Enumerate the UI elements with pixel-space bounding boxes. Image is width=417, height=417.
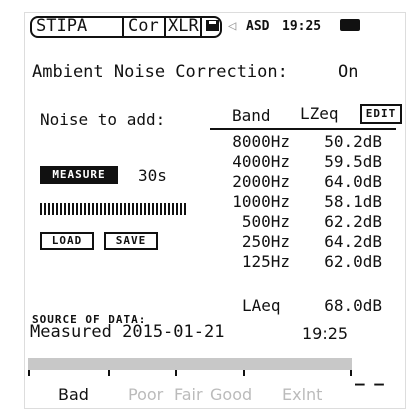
quality-label-poor: Poor	[128, 385, 164, 404]
save-disk-icon[interactable]	[206, 20, 219, 31]
load-button[interactable]: LOAD	[40, 232, 94, 250]
measured-date: Measured 2015-01-21	[30, 322, 225, 342]
noise-correction-label: Ambient Noise Correction:	[32, 62, 288, 82]
noise-correction-value[interactable]: On	[338, 62, 358, 82]
level-cell[interactable]: 58.1dB	[300, 192, 382, 211]
measured-time: 19:25	[302, 324, 349, 343]
edit-button[interactable]: EDIT	[360, 104, 402, 124]
band-header: Band	[232, 106, 271, 125]
band-cell: 500Hz	[241, 212, 290, 231]
noise-to-add-label: Noise to add:	[40, 110, 166, 129]
tab-xlr[interactable]: XLR	[168, 16, 199, 36]
tab-cor[interactable]: Cor	[128, 16, 159, 36]
quality-tick	[175, 370, 177, 376]
quality-tick	[28, 370, 30, 376]
band-cell: 4000Hz	[232, 152, 290, 171]
table-header-rule	[210, 128, 396, 130]
band-cell: 250Hz	[241, 232, 290, 251]
device-label: ASD	[246, 19, 270, 34]
laeq-label: LAeq	[242, 296, 281, 315]
battery-icon	[340, 19, 360, 31]
level-cell[interactable]: 62.2dB	[300, 212, 382, 231]
quality-tick	[108, 370, 110, 376]
tab-separator	[122, 18, 124, 36]
quality-label-good: Good	[210, 385, 253, 404]
band-cell: 1000Hz	[232, 192, 290, 211]
quality-label-fair: Fair	[174, 385, 203, 404]
quality-tick	[350, 370, 352, 376]
level-cell[interactable]: 64.0dB	[300, 172, 382, 191]
level-cell[interactable]: 50.2dB	[300, 132, 382, 151]
speaker-icon: ◁	[228, 18, 237, 34]
level-cell[interactable]: 59.5dB	[300, 152, 382, 171]
quality-label-bad: Bad	[58, 385, 89, 404]
top-bar: STIPA Cor XLR ◁ ASD 19:25	[30, 16, 400, 40]
lzeq-header: LZeq	[300, 104, 339, 123]
measure-duration[interactable]: 30s	[138, 166, 167, 185]
level-meter	[40, 203, 188, 215]
save-button[interactable]: SAVE	[104, 232, 158, 250]
laeq-value: 68.0dB	[324, 296, 382, 315]
band-cell: 125Hz	[241, 252, 290, 271]
level-cell[interactable]: 62.0dB	[300, 252, 382, 271]
quality-bar	[28, 358, 352, 370]
quality-tick	[243, 370, 245, 376]
quality-dashes: – –	[355, 374, 384, 393]
tab-separator	[200, 18, 202, 36]
tab-stipa[interactable]: STIPA	[36, 16, 87, 36]
clock-time: 19:25	[282, 19, 322, 34]
tab-separator	[164, 18, 166, 36]
level-cell[interactable]: 64.2dB	[300, 232, 382, 251]
band-cell: 8000Hz	[232, 132, 290, 151]
band-cell: 2000Hz	[232, 172, 290, 191]
measure-button[interactable]: MEASURE	[40, 166, 118, 184]
quality-label-excellent: Exlnt	[282, 385, 323, 404]
